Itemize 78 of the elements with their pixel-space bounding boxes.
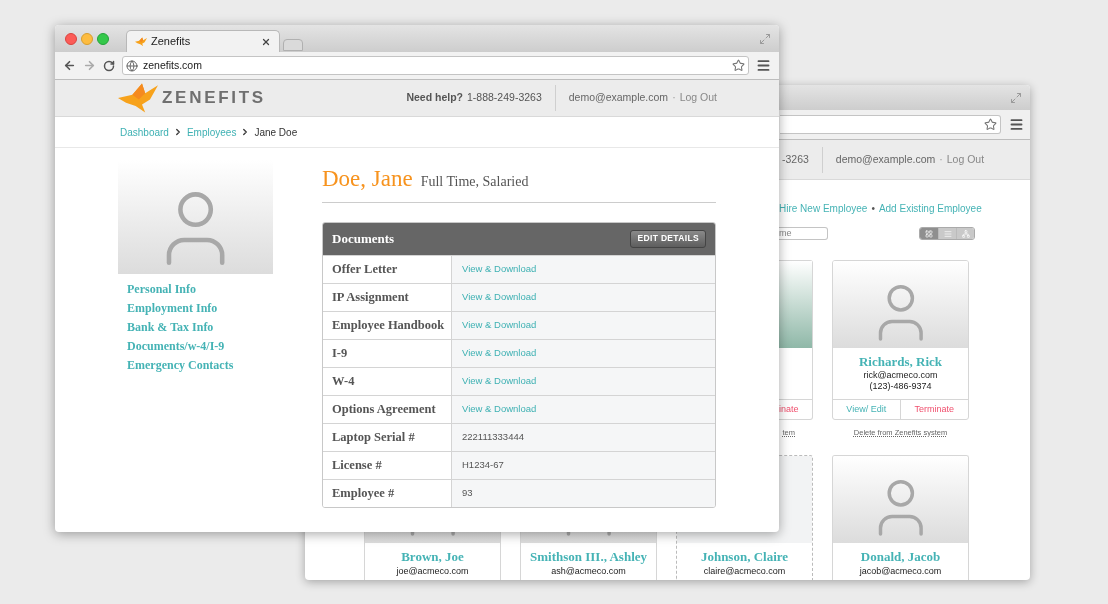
table-cell-text: 222111333444 [462,429,524,444]
phone-number: 1-888-249-3263 [467,90,542,106]
employee-name[interactable]: Richards, Rick [858,354,943,370]
breadcrumb-item[interactable]: Dashboard [120,124,169,140]
new-tab-button[interactable] [283,39,303,51]
url-text: zenefits.com [143,57,202,73]
employee-name[interactable]: Donald, Jacob [860,549,941,565]
download-link[interactable]: View & Download [462,261,537,277]
list-view-icon [943,229,952,238]
hire-employee-link[interactable]: Hire New Employee [779,201,868,216]
sidebar-link[interactable]: Bank & Tax Info [127,318,273,337]
tree-view-icon [961,229,970,238]
logout-link[interactable]: Log Out [946,151,985,168]
bird-logo-icon [135,36,147,47]
address-field[interactable] [780,115,1001,134]
employee-name[interactable]: Smithson III., Ashley [529,549,647,565]
download-link[interactable]: View & Download [462,345,537,361]
browser-tab[interactable]: Zenefits [126,30,280,52]
employee-email: ash@acmeco.com [551,565,626,577]
employee-email: claire@acmeco.com [703,565,786,577]
account-email: demo@example.com [568,90,669,106]
separator-dot: • [871,202,875,216]
account-email: demo@example.com [835,151,936,167]
logo-text: ZENEFITS [162,87,266,110]
menu-icon[interactable] [756,58,771,73]
separator-dot: · [672,90,676,106]
employee-email: jacob@acmeco.com [859,565,942,577]
terminate-button[interactable]: Terminate [900,400,968,419]
back-icon[interactable] [63,59,76,72]
sidebar-link[interactable]: Employment Info [127,299,273,318]
view-edit-button[interactable]: View/ Edit [833,400,901,419]
edit-details-button[interactable]: EDIT DETAILS [630,229,706,248]
download-link[interactable]: View & Download [462,401,537,417]
tab-title: Zenefits [151,34,191,50]
view-toggle-button[interactable] [956,228,974,239]
view-toggle-button[interactable] [938,228,956,239]
table-cell-text: 93 [462,485,473,500]
employee-name: Doe, Jane [322,165,413,193]
employment-type: Full Time, Salaried [420,173,529,191]
separator-dot: · [939,151,943,167]
fullscreen-icon[interactable] [759,32,771,45]
close-tab-icon[interactable] [261,36,271,47]
star-icon[interactable] [732,59,745,72]
terminate-link[interactable]: inate [779,402,799,417]
employee-phone: (123)-486-9374 [869,381,932,392]
star-icon[interactable] [984,118,997,131]
fullscreen-icon[interactable] [1010,91,1022,104]
logout-link[interactable]: Log Out [679,90,717,106]
download-link[interactable]: View & Download [462,289,537,305]
table-title: Documents [332,229,395,248]
employee-name[interactable]: Johnson, Claire [700,549,789,565]
download-link[interactable]: View & Download [462,373,537,389]
maximize-button[interactable] [97,32,109,45]
globe-icon [126,59,138,72]
employee-email: rick@acmeco.com [863,370,938,381]
breadcrumb-item: Jane Doe [254,125,298,140]
add-employee-link[interactable]: Add Existing Employee [878,201,982,216]
sidebar-link[interactable]: Emergency Contacts [127,356,273,375]
minimize-button[interactable] [81,32,93,45]
bird-logo-icon [118,82,158,114]
search-field[interactable]: me [779,227,828,240]
employee-name[interactable]: Brown, Joe [401,549,464,565]
table-cell: Employee # [323,479,452,507]
grid-view-icon [925,229,933,238]
breadcrumb-item[interactable]: Employees [186,124,237,140]
close-button[interactable] [65,32,77,45]
download-link[interactable]: View & Download [462,317,537,333]
sidebar-link[interactable]: Personal Info [127,280,273,299]
forward-icon[interactable] [83,59,96,72]
address-field[interactable]: zenefits.com [122,56,749,75]
phone-number: -3263 [782,151,809,167]
employee-email: joe@acmeco.com [396,565,469,577]
help-text: Need help? [406,90,463,106]
menu-icon[interactable] [1009,117,1024,132]
view-toggle-button[interactable] [920,228,938,239]
table-cell-text: H1234-67 [462,457,504,472]
sidebar-link[interactable]: Documents/w-4/I-9 [127,337,273,356]
reload-icon[interactable] [103,59,115,72]
